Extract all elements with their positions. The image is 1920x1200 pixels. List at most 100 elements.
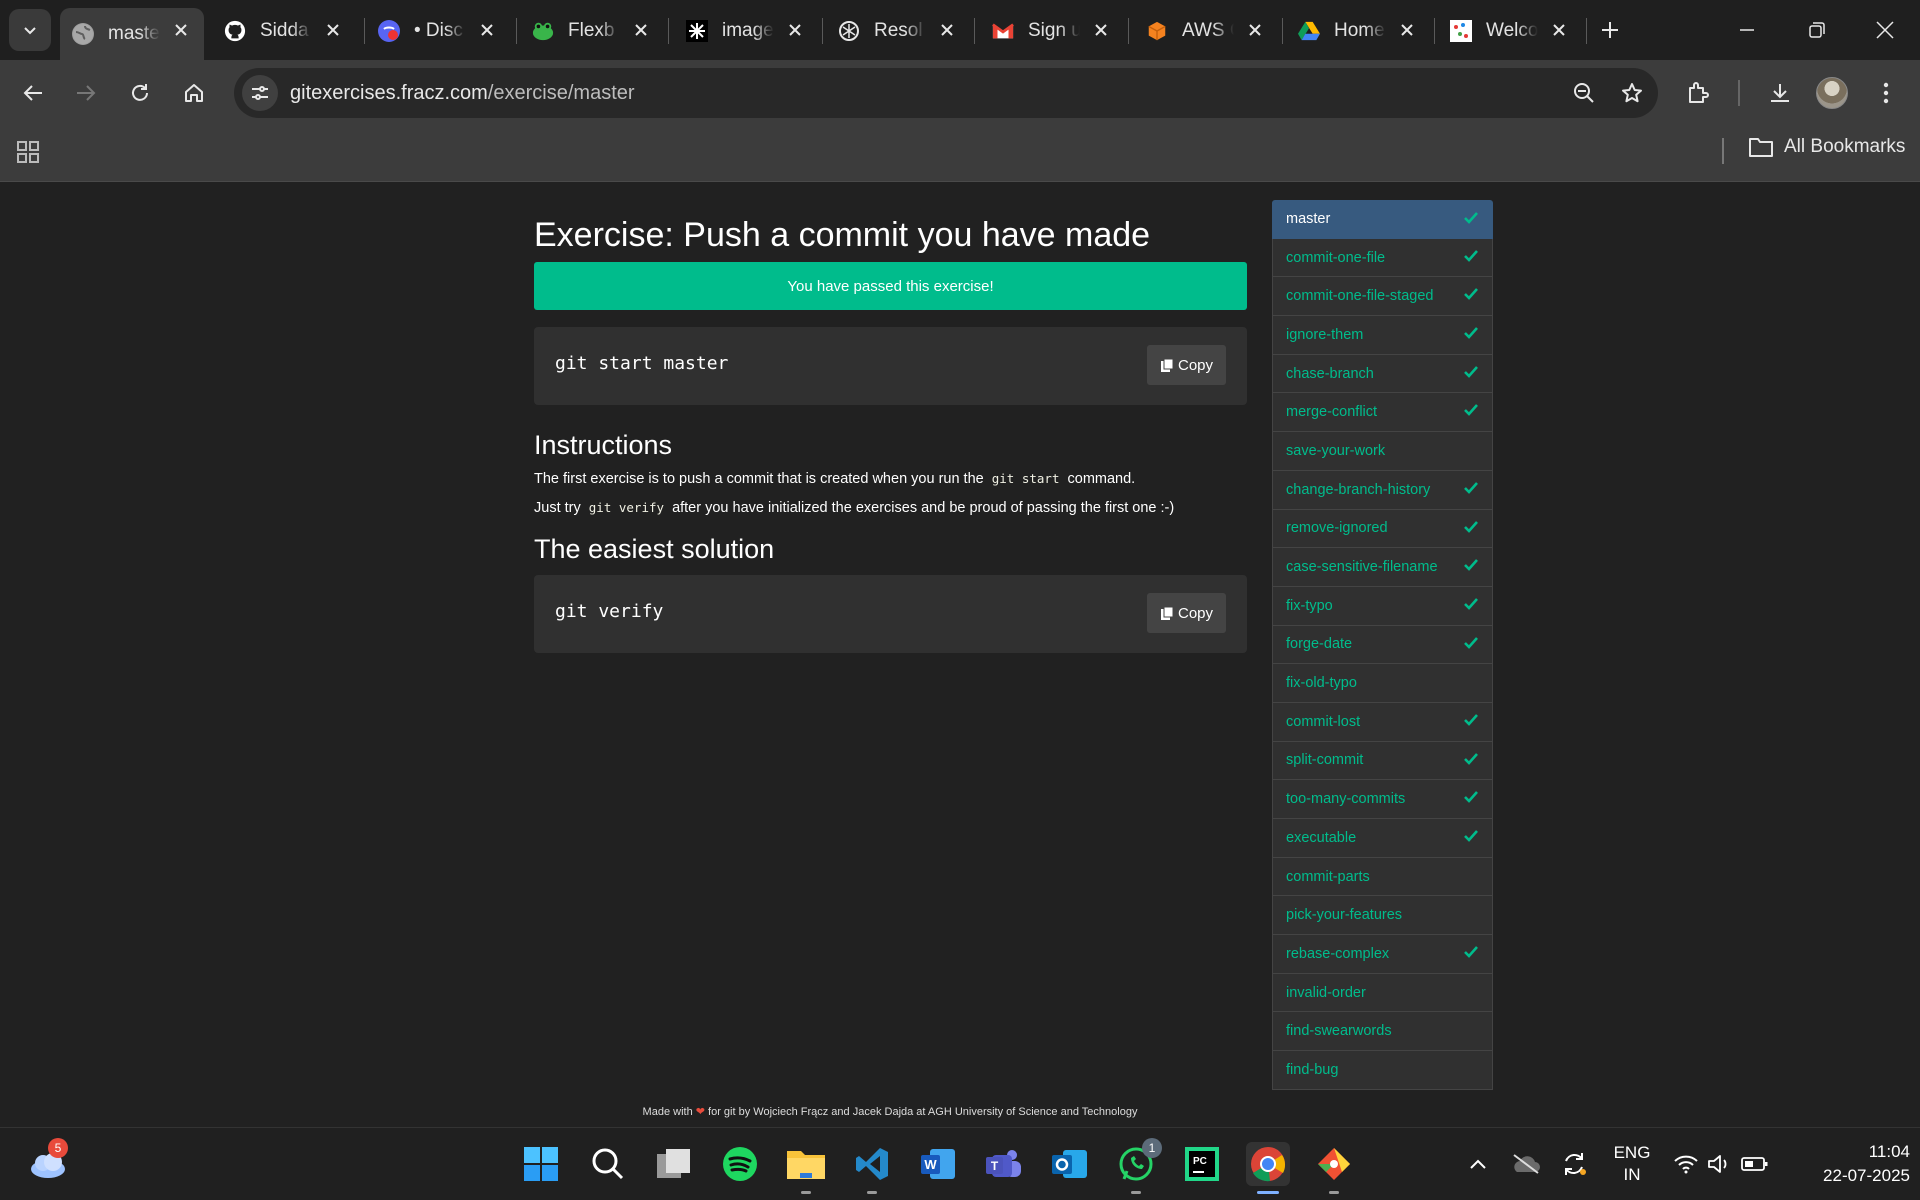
close-icon[interactable] xyxy=(476,19,498,41)
all-bookmarks-button[interactable]: All Bookmarks xyxy=(1748,136,1905,158)
extensions-button[interactable] xyxy=(1676,71,1720,115)
close-icon xyxy=(1876,21,1894,39)
reload-button[interactable] xyxy=(118,71,162,115)
close-icon[interactable] xyxy=(784,19,806,41)
sidebar-item-ignore-them[interactable]: ignore-them xyxy=(1272,316,1493,355)
tab-aws[interactable]: AWS C xyxy=(1134,8,1278,54)
sidebar-item-executable[interactable]: executable xyxy=(1272,819,1493,858)
close-icon[interactable] xyxy=(1244,19,1266,41)
language-indicator[interactable]: ENG IN xyxy=(1606,1142,1658,1186)
sidebar-item-invalid-order[interactable]: invalid-order xyxy=(1272,973,1493,1013)
forward-button[interactable] xyxy=(64,71,108,115)
close-icon[interactable] xyxy=(322,19,344,41)
tab-resolve[interactable]: Resol xyxy=(826,8,970,54)
sidebar-item-label: save-your-work xyxy=(1286,442,1386,459)
outlook-button[interactable] xyxy=(1048,1142,1092,1186)
start-button[interactable] xyxy=(519,1142,563,1186)
tab-search-button[interactable] xyxy=(9,9,51,51)
pycharm-button[interactable]: PC xyxy=(1180,1142,1224,1186)
tab-separator xyxy=(1586,18,1587,44)
tab-github[interactable]: Sidda xyxy=(212,8,356,54)
sidebar-item-change-branch-history[interactable]: change-branch-history xyxy=(1272,470,1493,510)
address-bar[interactable]: gitexercises.fracz.com/exercise/master xyxy=(234,68,1658,118)
sidebar-item-forge-date[interactable]: forge-date xyxy=(1272,625,1493,665)
sidebar-item-commit-one-file-staged[interactable]: commit-one-file-staged xyxy=(1272,277,1493,317)
passed-alert: You have passed this exercise! xyxy=(534,262,1247,310)
sidebar-item-remove-ignored[interactable]: remove-ignored xyxy=(1272,509,1493,549)
sidebar-item-pick-your-features[interactable]: pick-your-features xyxy=(1272,896,1493,936)
weather-widget[interactable]: 5 xyxy=(26,1138,70,1186)
sidebar-item-find-swearwords[interactable]: find-swearwords xyxy=(1272,1012,1493,1052)
clock[interactable]: 11:04 22-07-2025 xyxy=(1790,1140,1910,1188)
new-tab-button[interactable] xyxy=(1588,10,1632,50)
star-icon xyxy=(1622,83,1642,103)
tab-discord[interactable]: • Disc xyxy=(366,8,510,54)
teams-button[interactable]: T xyxy=(982,1142,1026,1186)
back-button[interactable] xyxy=(11,71,55,115)
apps-button[interactable] xyxy=(16,140,40,169)
restore-button[interactable] xyxy=(1792,10,1842,50)
tab-separator xyxy=(668,18,669,44)
spotify-button[interactable] xyxy=(718,1142,762,1186)
close-icon[interactable] xyxy=(936,19,958,41)
sidebar-item-master[interactable]: master xyxy=(1272,200,1493,239)
word-button[interactable]: W xyxy=(916,1142,960,1186)
show-hidden-icons-button[interactable] xyxy=(1456,1142,1500,1186)
clipboard-icon xyxy=(1160,606,1174,620)
close-icon[interactable] xyxy=(1396,19,1418,41)
sidebar-item-case-sensitive-filename[interactable]: case-sensitive-filename xyxy=(1272,548,1493,587)
tab-flexbox[interactable]: Flexb xyxy=(520,8,664,54)
sidebar-item-commit-one-file[interactable]: commit-one-file xyxy=(1272,238,1493,278)
tab-master[interactable]: maste xyxy=(60,8,204,60)
close-icon[interactable] xyxy=(1548,19,1570,41)
close-icon[interactable] xyxy=(630,19,652,41)
tab-title: Sidda xyxy=(260,20,309,41)
sidebar-item-rebase-complex[interactable]: rebase-complex xyxy=(1272,935,1493,974)
menu-button[interactable] xyxy=(1864,71,1908,115)
downloads-button[interactable] xyxy=(1758,71,1802,115)
onedrive-button[interactable] xyxy=(1504,1142,1548,1186)
sidebar-item-find-bug[interactable]: find-bug xyxy=(1272,1051,1493,1090)
tab-gmail[interactable]: Sign u xyxy=(980,8,1124,54)
sidebar-item-chase-branch[interactable]: chase-branch xyxy=(1272,354,1493,394)
sidebar-item-fix-old-typo[interactable]: fix-old-typo xyxy=(1272,664,1493,703)
zoom-button[interactable] xyxy=(1562,71,1606,115)
sidebar-item-save-your-work[interactable]: save-your-work xyxy=(1272,432,1493,471)
system-status-button[interactable] xyxy=(1666,1142,1776,1186)
home-button[interactable] xyxy=(172,71,216,115)
file-explorer-button[interactable] xyxy=(784,1142,828,1194)
search-button[interactable] xyxy=(586,1142,630,1186)
close-window-button[interactable] xyxy=(1860,10,1910,50)
cloud-off-icon xyxy=(1513,1154,1540,1174)
minimize-button[interactable] xyxy=(1722,10,1772,50)
bookmark-star-button[interactable] xyxy=(1610,71,1654,115)
sidebar-item-commit-parts[interactable]: commit-parts xyxy=(1272,857,1493,897)
windows-icon xyxy=(524,1147,558,1181)
page-content: Exercise: Push a commit you have made Yo… xyxy=(0,182,1920,1127)
sidebar-item-label: commit-parts xyxy=(1286,868,1370,885)
tune-icon xyxy=(252,86,268,100)
sidebar-item-merge-conflict[interactable]: merge-conflict xyxy=(1272,393,1493,433)
check-icon xyxy=(1464,945,1478,963)
url-text[interactable]: gitexercises.fracz.com/exercise/master xyxy=(290,82,635,105)
tab-welcome[interactable]: Welco xyxy=(1438,8,1582,54)
site-info-button[interactable] xyxy=(242,75,278,111)
whatsapp-button[interactable]: 1 xyxy=(1114,1138,1162,1194)
tab-image[interactable]: image xyxy=(674,8,818,54)
tab-drive[interactable]: Home xyxy=(1286,8,1430,54)
copy-button[interactable]: Copy xyxy=(1147,345,1226,385)
close-icon[interactable] xyxy=(1090,19,1112,41)
footer: Made with ❤ for git by Wojciech Frącz an… xyxy=(0,1105,1780,1118)
sidebar-item-fix-typo[interactable]: fix-typo xyxy=(1272,586,1493,626)
sidebar-item-split-commit[interactable]: split-commit xyxy=(1272,741,1493,781)
sidebar-item-too-many-commits[interactable]: too-many-commits xyxy=(1272,780,1493,819)
sidebar-item-commit-lost[interactable]: commit-lost xyxy=(1272,702,1493,742)
profile-button[interactable] xyxy=(1810,71,1854,115)
chrome-button[interactable] xyxy=(1246,1142,1290,1194)
copy-button[interactable]: Copy xyxy=(1147,593,1226,633)
git-app-button[interactable] xyxy=(1312,1142,1356,1194)
task-view-button[interactable] xyxy=(652,1142,696,1186)
vscode-button[interactable] xyxy=(850,1142,894,1194)
sync-button[interactable] xyxy=(1552,1142,1596,1186)
close-icon[interactable] xyxy=(170,19,192,41)
